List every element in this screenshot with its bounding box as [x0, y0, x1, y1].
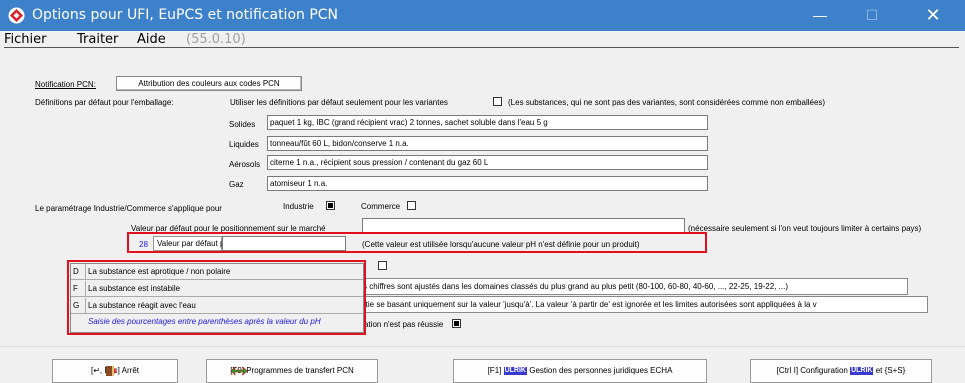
ph-highlight-box: [127, 232, 707, 253]
industry-label: Industrie: [283, 202, 314, 211]
liquids-label: Liquides: [229, 140, 259, 149]
not-successful-text: cation n'est pas réussie: [360, 320, 444, 329]
menu-help[interactable]: Aide: [137, 32, 166, 47]
pcn-colors-button[interactable]: Attribution des couleurs aux codes PCN: [116, 76, 302, 91]
solids-label: Solides: [229, 120, 256, 129]
industry-commerce-label: Le paramétrage Industrie/Commerce s'appl…: [35, 204, 222, 213]
transfer-label: [F9] Programmes de transfert PCN: [230, 366, 354, 375]
variants-checkbox[interactable]: [493, 97, 502, 106]
commerce-checkbox[interactable]: [407, 201, 416, 210]
liquids-field[interactable]: tonneau/fût 60 L, bidon/conserve 1 n.a.: [267, 136, 708, 151]
echa-legal-persons-button[interactable]: [F1] ULRIK Gestion des personnes juridiq…: [453, 359, 707, 383]
close-button[interactable]: ✕: [910, 0, 956, 31]
packaging-label: Définitions par défaut pour l'emballage:: [35, 98, 174, 107]
maximize-button[interactable]: ☐: [849, 0, 895, 31]
commerce-label: Commerce: [361, 202, 401, 211]
option-checkbox-1[interactable]: [378, 261, 387, 270]
industry-checkbox[interactable]: [326, 201, 335, 210]
config-label: et {S+S}: [875, 366, 906, 375]
menu-divider: [4, 47, 959, 48]
title-bar: Options pour UFI, EuPCS et notification …: [0, 0, 965, 31]
ulrik-logo-icon: ULRIK: [850, 367, 874, 375]
menu-process[interactable]: Traiter: [77, 32, 118, 47]
transfer-arrows-icon: [231, 366, 247, 376]
menu-file[interactable]: Fichier: [4, 32, 47, 47]
limits-text: rtie se basant uniquement sur la valeur …: [363, 300, 817, 309]
notification-label: Notification PCN:: [35, 80, 96, 89]
variants-note: (Les substances, qui ne sont pas des var…: [508, 98, 826, 107]
solids-field[interactable]: paquet 1 kg, IBC (grand récipient vrac) …: [267, 115, 708, 130]
ranges-text: s chiffres sont ajustés dans les domaine…: [363, 282, 788, 291]
config-prefix: [Ctrl I] Configuration: [776, 366, 848, 375]
gas-field[interactable]: atomiseur 1 n.a.: [267, 176, 708, 191]
not-successful-checkbox[interactable]: [452, 319, 461, 328]
aerosols-label: Aérosols: [229, 160, 261, 169]
aerosols-field[interactable]: citerne 1 n.a., récipient sous pression …: [267, 155, 708, 170]
bottom-toolbar: [↵, Esc] Arrêt [F9] Programmes de transf…: [0, 346, 965, 383]
limits-field[interactable]: rtie se basant uniquement sur la valeur …: [360, 296, 928, 313]
market-field[interactable]: [362, 218, 685, 233]
ranges-field[interactable]: s chiffres sont ajustés dans les domaine…: [360, 278, 908, 295]
exit-door-icon: [106, 366, 117, 376]
window-title: Options pour UFI, EuPCS et notification …: [32, 7, 339, 23]
app-logo-icon: [8, 7, 25, 24]
minimize-button[interactable]: —: [797, 0, 843, 31]
variants-text: Utiliser les définitions par défaut seul…: [230, 98, 448, 107]
market-note: (nécessaire seulement si l'on veut toujo…: [688, 224, 922, 233]
ulrik-logo-icon: ULRIK: [503, 367, 527, 375]
gas-label: Gaz: [229, 180, 244, 189]
stop-button[interactable]: [↵, Esc] Arrêt: [52, 359, 178, 383]
version-label: (55.0.10): [186, 32, 246, 47]
configuration-button[interactable]: [Ctrl I] Configuration ULRIK et {S+S}: [750, 359, 932, 383]
transfer-programs-button[interactable]: [F9] Programmes de transfert PCN: [206, 359, 378, 383]
dropdown-highlight-box: [67, 260, 366, 335]
echa-label: Gestion des personnes juridiques ECHA: [529, 366, 673, 375]
echa-prefix: [F1]: [487, 366, 502, 375]
